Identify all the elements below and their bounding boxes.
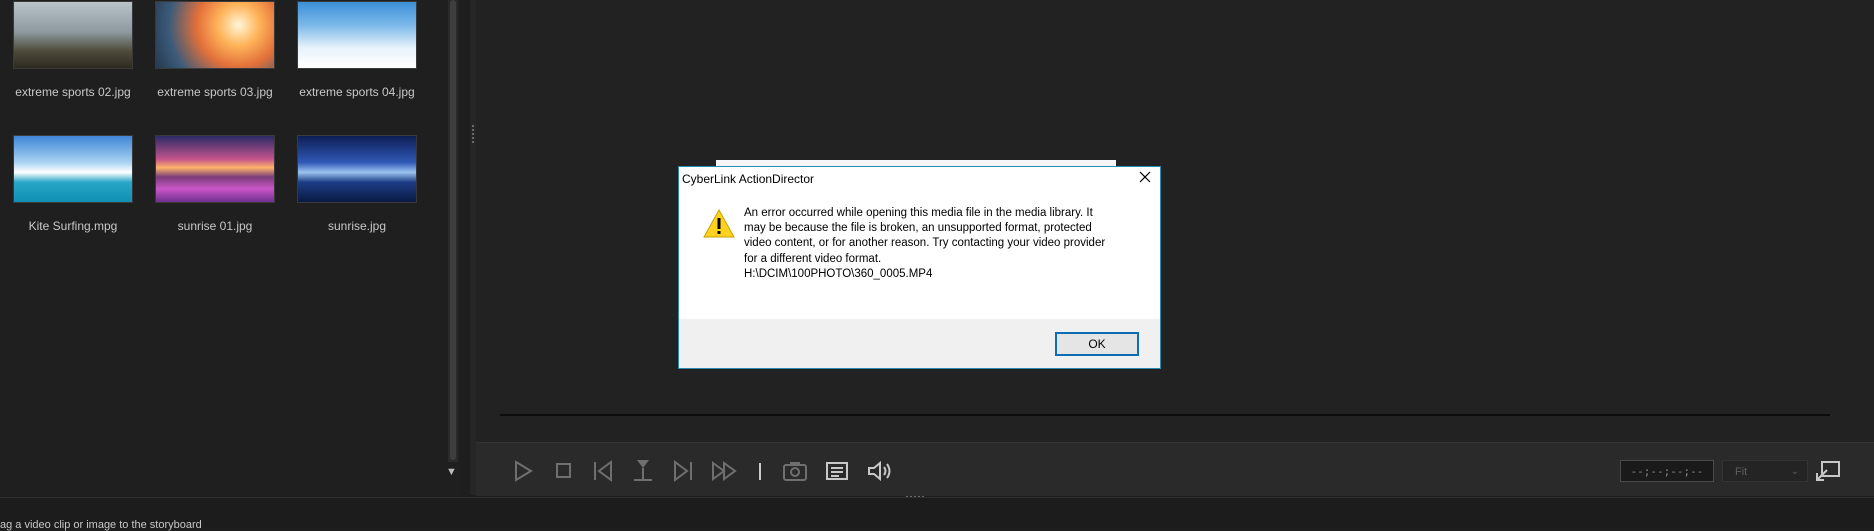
splitter-grip[interactable] (472, 125, 474, 145)
media-item-label: sunrise.jpg (327, 219, 387, 233)
scroll-down-icon[interactable]: ▼ (446, 466, 457, 478)
zoom-select[interactable]: Fit ⌄ (1722, 460, 1808, 482)
playback-scrubber[interactable] (500, 414, 1830, 416)
media-item-label: Kite Surfing.mpg (28, 219, 118, 233)
volume-icon[interactable] (866, 458, 894, 484)
chevron-down-icon: ⌄ (1790, 466, 1799, 477)
dialog-title-bar[interactable]: CyberLink ActionDirector (679, 167, 1160, 191)
status-text: ag a video clip or image to the storyboa… (0, 519, 202, 531)
toolbar-separator (758, 458, 762, 484)
close-icon[interactable] (1130, 167, 1160, 191)
next-frame-icon[interactable] (672, 458, 694, 484)
media-item[interactable]: extreme sports 02.jpg (13, 1, 133, 99)
media-thumbnail[interactable] (297, 135, 417, 203)
dialog-file-path: H:\DCIM\100PHOTO\360_0005.MP4 (744, 267, 933, 280)
media-item-label: extreme sports 03.jpg (157, 85, 273, 99)
dialog-title: CyberLink ActionDirector (682, 172, 815, 186)
stop-icon[interactable] (554, 458, 574, 484)
library-scrollbar-thumb[interactable] (450, 0, 456, 460)
dialog-message-line: An error occurred while opening this med… (744, 207, 1093, 219)
dialog-message-line: for a different video format. (744, 252, 882, 265)
media-item[interactable]: sunrise.jpg (297, 135, 417, 233)
ok-button[interactable]: OK (1055, 332, 1139, 356)
camera-icon[interactable] (782, 458, 808, 484)
previous-frame-icon[interactable] (592, 458, 614, 484)
dialog-message: An error occurred while opening this med… (744, 206, 1144, 282)
media-thumbnail[interactable] (13, 135, 133, 203)
zoom-select-value: Fit (1735, 466, 1748, 478)
split-icon[interactable] (631, 458, 655, 484)
list-icon[interactable] (825, 458, 849, 484)
dialog-message-line: video content, or for another reason. Tr… (744, 237, 1106, 250)
media-item-label: extreme sports 02.jpg (15, 85, 131, 99)
media-item[interactable]: extreme sports 04.jpg (297, 1, 417, 99)
play-icon[interactable] (512, 458, 534, 484)
timecode-display: --;--;--;-- (1620, 460, 1714, 482)
media-item-label: extreme sports 04.jpg (299, 85, 415, 99)
media-thumbnail[interactable] (13, 1, 133, 69)
media-thumbnail[interactable] (297, 1, 417, 69)
media-item-label: sunrise 01.jpg (177, 219, 253, 233)
status-bar (0, 497, 1874, 528)
warning-icon (703, 208, 735, 244)
dialog-message-line: may be because the file is broken, an un… (744, 222, 1092, 235)
media-item[interactable]: Kite Surfing.mpg (13, 135, 133, 233)
external-display-icon[interactable] (1815, 458, 1841, 484)
error-dialog: CyberLink ActionDirector An error occurr… (678, 166, 1161, 369)
media-item[interactable]: extreme sports 03.jpg (155, 1, 275, 99)
media-thumbnail[interactable] (155, 135, 275, 203)
media-item[interactable]: sunrise 01.jpg (155, 135, 275, 233)
fast-forward-icon[interactable] (710, 458, 740, 484)
media-thumbnail[interactable] (155, 1, 275, 69)
